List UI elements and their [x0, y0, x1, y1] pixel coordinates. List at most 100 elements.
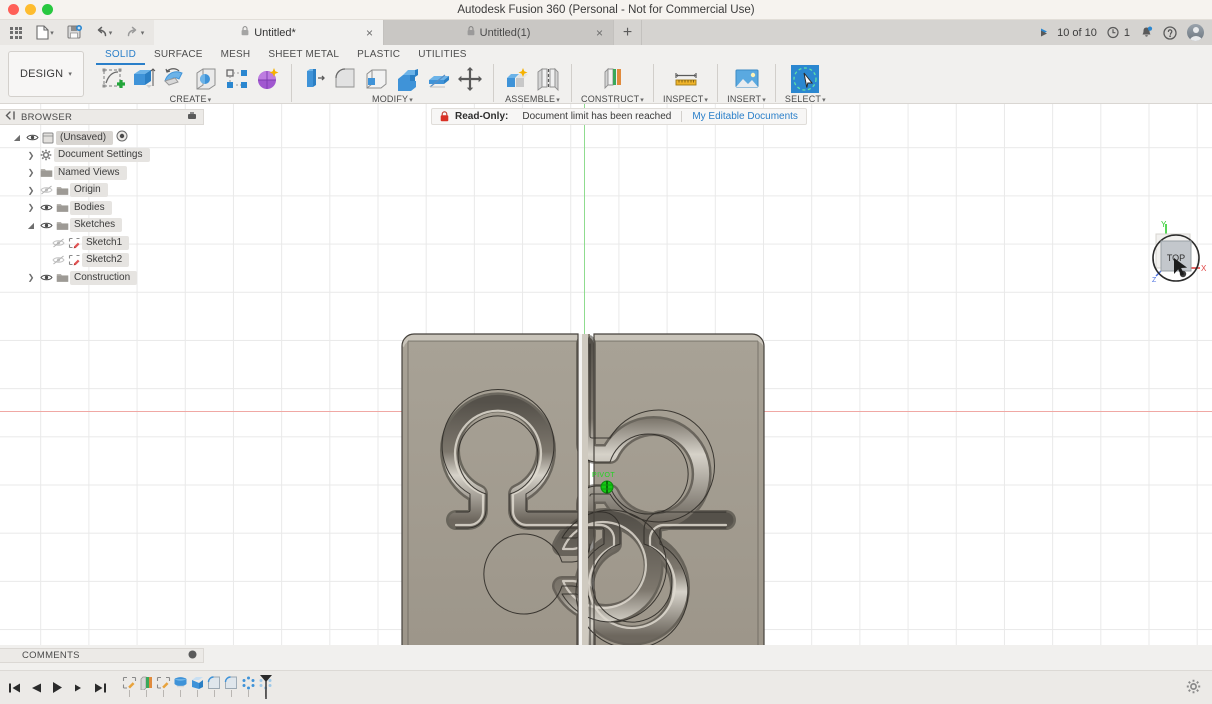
help-button[interactable]: [1163, 25, 1177, 40]
chevron-down-icon[interactable]: ▾: [109, 29, 113, 37]
ribbon-group-label[interactable]: SELECT▾: [785, 94, 826, 104]
expand-twisty-icon[interactable]: ❯: [24, 186, 38, 195]
visibility-eye-icon[interactable]: [38, 203, 54, 212]
tree-node-sketch2[interactable]: Sketch2: [0, 252, 220, 270]
timeline-feature-fillet-2[interactable]: [223, 675, 240, 700]
timeline-marker[interactable]: [259, 674, 273, 703]
form-icon[interactable]: [254, 65, 282, 93]
move-copy-icon[interactable]: [456, 65, 484, 93]
ribbon-group-label[interactable]: INSPECT▾: [663, 94, 708, 104]
new-tab-button[interactable]: +: [614, 20, 642, 45]
expand-twisty-icon[interactable]: ◢: [24, 221, 38, 230]
step-back-button[interactable]: [30, 682, 42, 694]
group-modify-label: MODIFY: [372, 94, 409, 104]
tab-label: Untitled*: [254, 26, 296, 39]
skip-to-start-button[interactable]: [8, 682, 21, 694]
save-icon[interactable]: [62, 20, 86, 45]
press-pull-icon[interactable]: [301, 65, 329, 93]
notifications-button[interactable]: [1140, 26, 1153, 40]
insert-canvas-icon[interactable]: [733, 65, 761, 93]
job-status-label: 10 of 10: [1057, 26, 1097, 39]
measure-icon[interactable]: [672, 65, 700, 93]
timeline-feature-sweep[interactable]: [189, 676, 206, 700]
joint-icon[interactable]: [534, 65, 562, 93]
expand-twisty-icon[interactable]: ❯: [24, 203, 38, 212]
select-icon[interactable]: [791, 65, 820, 93]
play-button[interactable]: [51, 681, 64, 694]
timeline-feature-extrude[interactable]: [138, 676, 155, 700]
puzzle-plate-model[interactable]: [396, 324, 776, 645]
ribbon-groups: CREATE▾ MODIFY▾ ASSEMBLE▾ CONSTRUCT▾ INS…: [96, 61, 829, 104]
comments-panel-header[interactable]: COMMENTS: [0, 648, 204, 663]
visibility-eye-icon[interactable]: [38, 185, 54, 195]
skip-to-end-button[interactable]: [94, 682, 107, 694]
collapse-left-icon[interactable]: [4, 111, 15, 123]
tree-node-named-views[interactable]: ❯ Named Views: [0, 164, 220, 182]
recent-activity[interactable]: 1: [1107, 26, 1130, 39]
step-forward-button[interactable]: [73, 682, 85, 694]
visibility-eye-icon[interactable]: [38, 221, 54, 230]
timeline-feature-fillet[interactable]: [206, 675, 223, 700]
ribbon-group-label[interactable]: MODIFY▾: [372, 94, 413, 104]
pattern-icon[interactable]: [223, 65, 251, 93]
visibility-eye-icon[interactable]: [24, 133, 40, 142]
sweep-icon[interactable]: [192, 65, 220, 93]
tree-node-bodies[interactable]: ❯ Bodies: [0, 199, 220, 217]
avatar[interactable]: [1187, 24, 1204, 41]
create-sketch-icon[interactable]: [99, 65, 127, 93]
tree-node-sketch1[interactable]: Sketch1: [0, 234, 220, 252]
tab-untitled-1[interactable]: Untitled(1) ×: [384, 20, 614, 45]
revolve-icon[interactable]: [161, 65, 189, 93]
ribbon-group-label[interactable]: ASSEMBLE▾: [505, 94, 560, 104]
visibility-eye-icon[interactable]: [50, 255, 66, 265]
visibility-eye-icon[interactable]: [38, 273, 54, 282]
view-cube[interactable]: Y X Z TOP: [1132, 216, 1212, 296]
tree-node-sketches[interactable]: ◢ Sketches: [0, 217, 220, 235]
new-component-icon[interactable]: [503, 65, 531, 93]
tree-node-origin[interactable]: ❯ Origin: [0, 182, 220, 200]
shell-icon[interactable]: [363, 65, 391, 93]
tab-untitled[interactable]: Untitled* ×: [154, 20, 384, 45]
chevron-down-icon[interactable]: ▾: [50, 29, 54, 37]
tree-node-document-settings[interactable]: ❯ Document Settings: [0, 147, 220, 165]
fillet-icon[interactable]: [332, 65, 360, 93]
folder-icon: [54, 202, 70, 213]
undo-icon[interactable]: ▾: [88, 20, 118, 45]
my-editable-documents-link[interactable]: My Editable Documents: [692, 111, 798, 122]
extrude-icon[interactable]: [130, 65, 158, 93]
read-only-label: Read-Only:: [455, 111, 509, 122]
offset-plane-icon[interactable]: [599, 65, 627, 93]
chevron-down-icon[interactable]: ▾: [141, 29, 145, 37]
close-icon[interactable]: ×: [596, 27, 603, 39]
active-component-icon[interactable]: [116, 130, 128, 145]
tree-node-unsaved[interactable]: ◢ (Unsaved): [0, 129, 220, 147]
ribbon-group-label[interactable]: CONSTRUCT▾: [581, 94, 644, 104]
document-tab-strip: ▾ ▾ ▾ Untitled* × Untitled(1) × + 10 of …: [0, 20, 1212, 45]
expand-twisty-icon[interactable]: ❯: [24, 168, 38, 177]
ribbon-group-insert: INSERT▾: [724, 62, 769, 104]
app-grid-icon[interactable]: [4, 20, 28, 45]
expand-twisty-icon[interactable]: ◢: [10, 133, 24, 142]
pivot-marker[interactable]: PIVOT: [592, 472, 615, 497]
browser-pin-icon[interactable]: [187, 111, 197, 124]
comment-badge-icon[interactable]: [188, 650, 197, 662]
timeline-feature-pattern[interactable]: [240, 676, 257, 700]
close-icon[interactable]: ×: [366, 27, 373, 39]
ribbon-group-label[interactable]: CREATE▾: [170, 94, 212, 104]
timeline-feature-sketch-2[interactable]: [155, 676, 172, 700]
tree-node-construction[interactable]: ❯ Construction: [0, 269, 220, 287]
expand-twisty-icon[interactable]: ❯: [24, 273, 38, 282]
workspace-switcher-button[interactable]: DESIGN ▾: [8, 51, 84, 97]
visibility-eye-icon[interactable]: [50, 238, 66, 248]
timeline-feature-sketch[interactable]: [121, 676, 138, 700]
timeline-feature-revolve[interactable]: [172, 676, 189, 700]
file-icon[interactable]: ▾: [30, 20, 60, 45]
split-face-icon[interactable]: [425, 65, 453, 93]
job-status[interactable]: 10 of 10: [1040, 27, 1097, 39]
tree-node-label: Construction: [70, 270, 138, 285]
expand-twisty-icon[interactable]: ❯: [24, 151, 38, 160]
ribbon-group-label[interactable]: INSERT▾: [727, 94, 766, 104]
gear-icon[interactable]: [1186, 679, 1201, 697]
combine-icon[interactable]: [394, 65, 422, 93]
redo-icon[interactable]: ▾: [120, 20, 150, 45]
